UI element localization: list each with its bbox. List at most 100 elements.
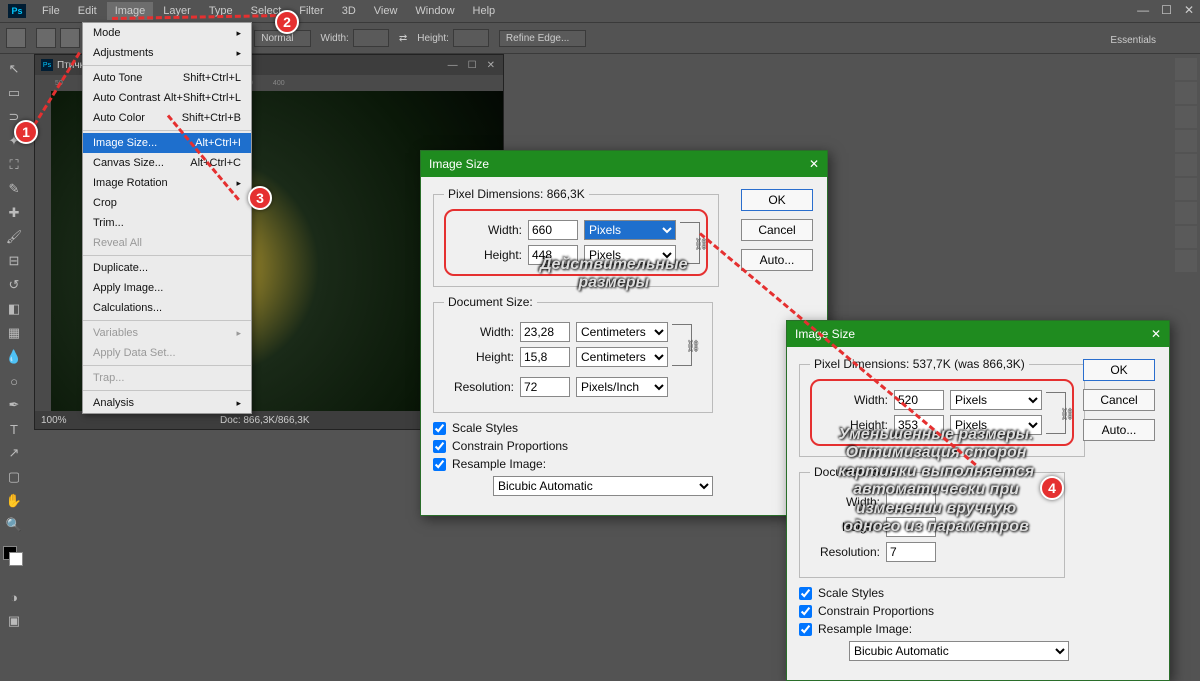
menu-item: Reveal All <box>83 233 251 253</box>
menu-file[interactable]: File <box>34 2 68 20</box>
panel-icon[interactable] <box>1175 202 1197 224</box>
cancel-button[interactable]: Cancel <box>741 219 813 241</box>
height-label: Height: <box>417 33 449 44</box>
width-unit-select[interactable]: Pixels <box>584 220 676 240</box>
height-field[interactable] <box>453 29 489 47</box>
menu-view[interactable]: View <box>366 2 406 20</box>
stamp-tool-icon[interactable]: ⊟ <box>3 250 25 272</box>
constrain-check[interactable] <box>433 440 446 453</box>
scale-styles-check[interactable] <box>433 422 446 435</box>
refine-edge-button[interactable]: Refine Edge... <box>499 30 586 47</box>
resample-check[interactable] <box>433 458 446 471</box>
res-input[interactable] <box>886 542 936 562</box>
auto-button[interactable]: Auto... <box>1083 419 1155 441</box>
doc-max-icon[interactable]: ☐ <box>468 60 477 71</box>
menu-item[interactable]: Crop <box>83 193 251 213</box>
width-unit-select[interactable]: Pixels <box>950 390 1042 410</box>
panel-icon[interactable] <box>1175 250 1197 272</box>
brush-tool-icon[interactable]: 🖌 <box>3 226 25 248</box>
auto-button[interactable]: Auto... <box>741 249 813 271</box>
panel-icon[interactable] <box>1175 106 1197 128</box>
height-label: Height: <box>452 248 522 262</box>
screenmode-icon[interactable]: ▣ <box>3 610 25 632</box>
hand-tool-icon[interactable]: ✋ <box>3 490 25 512</box>
pixdim-legend: Pixel Dimensions: 866,3K <box>444 187 589 201</box>
menu-item[interactable]: Trim... <box>83 213 251 233</box>
doc-height-input[interactable] <box>520 347 570 367</box>
eyedropper-tool-icon[interactable]: ✎ <box>3 178 25 200</box>
gradient-tool-icon[interactable]: ▦ <box>3 322 25 344</box>
swap-icon[interactable]: ⇄ <box>399 33 407 44</box>
close-icon[interactable]: ✕ <box>1151 327 1161 341</box>
maximize-icon[interactable]: ☐ <box>1161 3 1172 17</box>
minimize-icon[interactable]: — <box>1137 3 1149 17</box>
panel-icon[interactable] <box>1175 82 1197 104</box>
zoom-level[interactable]: 100% <box>41 415 67 426</box>
doc-close-icon[interactable]: ✕ <box>487 60 495 71</box>
menu-item[interactable]: Calculations... <box>83 298 251 318</box>
res-unit[interactable]: Pixels/Inch <box>576 377 668 397</box>
algorithm-select[interactable]: Bicubic Automatic <box>493 476 713 496</box>
menu-3d[interactable]: 3D <box>334 2 364 20</box>
menu-item[interactable]: Image Size...Alt+Ctrl+I <box>83 133 251 153</box>
width-field[interactable] <box>353 29 389 47</box>
doc-height-unit[interactable]: Centimeters <box>576 347 668 367</box>
close-icon[interactable]: ✕ <box>809 157 819 171</box>
menu-item[interactable]: Analysis <box>83 393 251 413</box>
width-input[interactable] <box>528 220 578 240</box>
link-icon[interactable] <box>672 324 692 366</box>
workspace-label[interactable]: Essentials <box>1100 32 1166 49</box>
resample-check[interactable] <box>799 623 812 636</box>
swatch-icon[interactable] <box>3 546 25 568</box>
marquee-tool-icon[interactable]: ▭ <box>3 82 25 104</box>
menu-item[interactable]: Auto ContrastAlt+Shift+Ctrl+L <box>83 88 251 108</box>
panel-icon[interactable] <box>1175 178 1197 200</box>
heal-tool-icon[interactable]: ✚ <box>3 202 25 224</box>
dialog-title[interactable]: Image Size✕ <box>787 321 1169 347</box>
algorithm-select[interactable]: Bicubic Automatic <box>849 641 1069 661</box>
menu-item[interactable]: Auto ColorShift+Ctrl+B <box>83 108 251 128</box>
doc-width-unit[interactable]: Centimeters <box>576 322 668 342</box>
panel-icon[interactable] <box>1175 58 1197 80</box>
menu-edit[interactable]: Edit <box>70 2 105 20</box>
doc-min-icon[interactable]: — <box>448 60 458 71</box>
eraser-tool-icon[interactable]: ◧ <box>3 298 25 320</box>
history-brush-icon[interactable]: ↺ <box>3 274 25 296</box>
doc-width-input[interactable] <box>520 322 570 342</box>
panel-icon[interactable] <box>1175 154 1197 176</box>
zoom-tool-icon[interactable]: 🔍 <box>3 514 25 536</box>
shape-tool-icon[interactable]: ▢ <box>3 466 25 488</box>
link-icon[interactable] <box>1046 392 1066 434</box>
close-icon[interactable]: ✕ <box>1184 3 1194 17</box>
menu-item[interactable]: Duplicate... <box>83 258 251 278</box>
path-tool-icon[interactable]: ↗ <box>3 442 25 464</box>
crop-tool-icon[interactable]: ⛶ <box>3 154 25 176</box>
cancel-button[interactable]: Cancel <box>1083 389 1155 411</box>
res-input[interactable] <box>520 377 570 397</box>
move-tool-icon[interactable]: ↖ <box>3 58 25 80</box>
marquee-mode-icon[interactable] <box>36 28 56 48</box>
type-tool-icon[interactable]: T <box>3 418 25 440</box>
menu-item: Variables <box>83 323 251 343</box>
menu-window[interactable]: Window <box>407 2 462 20</box>
constrain-check[interactable] <box>799 605 812 618</box>
menu-item[interactable]: Canvas Size...Alt+Ctrl+C <box>83 153 251 173</box>
menu-item[interactable]: Adjustments <box>83 43 251 63</box>
blur-tool-icon[interactable]: 💧 <box>3 346 25 368</box>
panel-icon[interactable] <box>1175 130 1197 152</box>
menu-item[interactable]: Apply Image... <box>83 278 251 298</box>
marquee-mode-icon[interactable] <box>60 28 80 48</box>
ok-button[interactable]: OK <box>1083 359 1155 381</box>
menu-help[interactable]: Help <box>465 2 504 20</box>
pen-tool-icon[interactable]: ✒ <box>3 394 25 416</box>
quickmask-icon[interactable]: ◑ <box>3 586 25 608</box>
tool-preset-icon[interactable] <box>6 28 26 48</box>
panel-icon[interactable] <box>1175 226 1197 248</box>
scale-styles-label: Scale Styles <box>452 421 518 435</box>
dialog-title[interactable]: Image Size✕ <box>421 151 827 177</box>
ok-button[interactable]: OK <box>741 189 813 211</box>
dodge-tool-icon[interactable]: ○ <box>3 370 25 392</box>
scale-styles-check[interactable] <box>799 587 812 600</box>
menu-item[interactable]: Auto ToneShift+Ctrl+L <box>83 68 251 88</box>
menu-item[interactable]: Mode <box>83 23 251 43</box>
